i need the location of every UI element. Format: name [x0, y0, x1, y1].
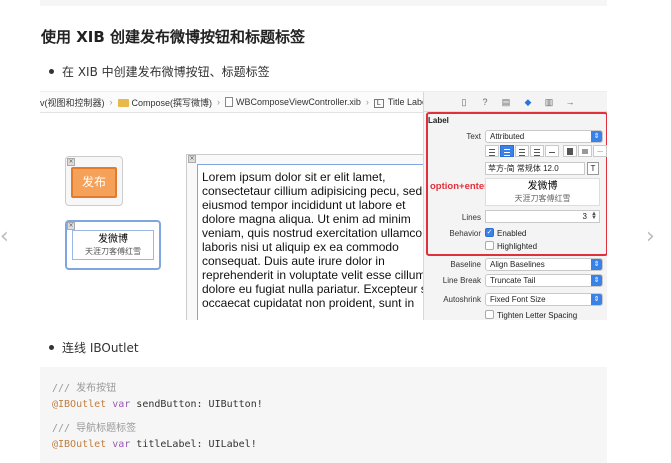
- enabled-checkbox[interactable]: ✓: [485, 228, 494, 237]
- enabled-label: Enabled: [497, 229, 527, 238]
- image-attachment-button[interactable]: [578, 145, 592, 157]
- option-enter-annotation: option+enter: [430, 181, 488, 192]
- chevron-updown-icon: ⇕: [591, 294, 602, 305]
- linebreak-popup[interactable]: Truncate Tail ⇕: [485, 274, 603, 287]
- autoshrink-value: Fixed Font Size: [490, 295, 546, 304]
- code-send-outlet: @IBOutlet var sendButton: UIButton!: [52, 399, 263, 410]
- lines-label: Lines: [461, 213, 481, 222]
- baseline-popup[interactable]: Align Baselines ⇕: [485, 258, 603, 271]
- preview-main-text: 发微博: [527, 181, 558, 192]
- section-label-title: Label: [428, 116, 449, 125]
- attributes-inspector: ▯ ? ▤ ◆ ▥ → Label Text Attributed ⇕ ... …: [423, 92, 607, 320]
- prev-arrow-icon[interactable]: ‹: [0, 224, 9, 249]
- jumpbar-item[interactable]: L Title Label: [373, 97, 429, 108]
- size-inspector-icon[interactable]: ▥: [544, 97, 554, 107]
- folder-icon: [117, 99, 129, 108]
- color-swatch-button[interactable]: [563, 145, 577, 157]
- autoshrink-popup[interactable]: Fixed Font Size ⇕: [485, 293, 603, 306]
- align-left-button[interactable]: [485, 145, 499, 157]
- autoshrink-label: Autoshrink: [443, 295, 481, 304]
- connections-inspector-icon[interactable]: →: [565, 97, 575, 107]
- bullet-connect-outlet: 连线 IBOutlet: [49, 341, 139, 355]
- title-label[interactable]: 发微博 天涯刀客傅红雪: [72, 230, 154, 260]
- align-center-button[interactable]: [500, 145, 514, 157]
- text-view[interactable]: Lorem ipsum dolor sit er elit lamet, con…: [197, 164, 427, 320]
- preview-sub-text: 天涯刀客傅红雪: [514, 194, 571, 203]
- previous-code-block: [40, 0, 607, 6]
- text-type-popup[interactable]: Attributed ⇕: [485, 130, 603, 143]
- title-sub-text: 天涯刀客傅红雪: [85, 247, 141, 256]
- more-options-button[interactable]: ...: [593, 145, 607, 157]
- code-comment-title: /// 导航标题标签: [52, 423, 137, 434]
- alignment-buttons: ...: [485, 145, 607, 158]
- font-picker-icon[interactable]: T: [587, 162, 599, 175]
- linebreak-label: Line Break: [442, 276, 481, 285]
- align-right-button[interactable]: [515, 145, 529, 157]
- tighten-label: Tighten Letter Spacing: [497, 311, 578, 320]
- code-title-outlet: @IBOutlet var titleLabel: UILabel!: [52, 439, 257, 450]
- bullet-create-xib: 在 XIB 中创建发布微博按钮、标题标签: [49, 65, 270, 79]
- label-type-icon: L: [373, 98, 384, 108]
- next-arrow-icon[interactable]: ›: [646, 224, 655, 249]
- font-field[interactable]: 苹方-简 常规体 12.0: [485, 162, 585, 175]
- jumpbar-separator: ›: [109, 97, 113, 107]
- behavior-label: Behavior: [449, 229, 481, 238]
- align-justify-button[interactable]: [530, 145, 544, 157]
- jumpbar-file[interactable]: WBComposeViewController.xib: [225, 97, 361, 108]
- file-icon: [225, 97, 234, 108]
- title-main-text: 发微博: [98, 234, 128, 245]
- close-icon[interactable]: ×: [67, 222, 75, 230]
- code-comment-send: /// 发布按钮: [52, 383, 117, 394]
- chevron-updown-icon: ⇕: [591, 131, 602, 142]
- text-row-label: Text: [466, 132, 481, 141]
- inspector-tabs: ▯ ? ▤ ◆ ▥ →: [424, 92, 607, 112]
- highlighted-checkbox[interactable]: [485, 241, 494, 250]
- linebreak-value: Truncate Tail: [490, 276, 536, 285]
- xcode-screenshot: v(视图和控制器) › Compose(撰写微博) › WBComposeVie…: [40, 91, 607, 320]
- code-block: /// 发布按钮 @IBOutlet var sendButton: UIBut…: [40, 367, 607, 463]
- jump-bar: v(视图和控制器) › Compose(撰写微博) › WBComposeVie…: [40, 92, 429, 113]
- lorem-text: Lorem ipsum dolor sit er elit lamet, con…: [202, 170, 426, 310]
- highlighted-label: Highlighted: [497, 242, 538, 251]
- stepper-icon[interactable]: ▲ ▼: [590, 211, 598, 221]
- jumpbar-separator: ›: [365, 97, 369, 107]
- chevron-updown-icon: ⇕: [591, 259, 602, 270]
- lines-field[interactable]: 3 ▲ ▼: [485, 210, 600, 223]
- send-button[interactable]: 发布: [71, 167, 117, 198]
- tighten-checkbox[interactable]: [485, 310, 494, 319]
- help-icon[interactable]: ?: [480, 97, 490, 107]
- baseline-value: Align Baselines: [490, 260, 545, 269]
- close-icon[interactable]: ×: [188, 155, 196, 163]
- attributed-text-editor[interactable]: 发微博 天涯刀客傅红雪: [485, 178, 600, 206]
- jumpbar-folder[interactable]: Compose(撰写微博): [117, 96, 212, 109]
- file-inspector-icon[interactable]: ▯: [459, 97, 469, 107]
- baseline-label: Baseline: [450, 260, 481, 269]
- jumpbar-separator: ›: [217, 97, 221, 107]
- text-type-value: Attributed: [490, 132, 525, 141]
- identity-inspector-icon[interactable]: ▤: [501, 97, 511, 107]
- align-natural-button[interactable]: [545, 145, 559, 157]
- chevron-updown-icon: ⇕: [591, 275, 602, 286]
- section-heading: 使用 XIB 创建发布微博按钮和标题标签: [41, 28, 306, 46]
- lines-value: 3: [582, 212, 587, 221]
- close-icon[interactable]: ×: [67, 158, 75, 166]
- attributes-inspector-icon[interactable]: ◆: [523, 97, 533, 107]
- jumpbar-group[interactable]: v(视图和控制器): [40, 96, 105, 109]
